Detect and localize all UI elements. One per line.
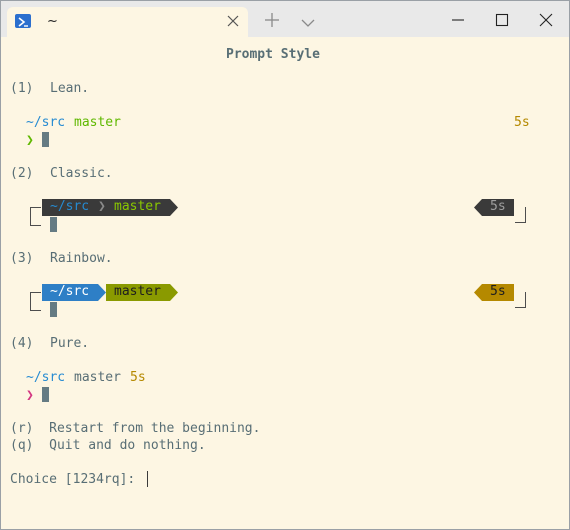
option-3-key: (3) <box>10 251 34 266</box>
classic-cursor <box>50 217 57 232</box>
powershell-icon <box>15 14 31 28</box>
option-quit: (q) Quit and do nothing. <box>10 438 206 453</box>
pure-time: 5s <box>130 370 146 385</box>
pure-symbol: ❯ <box>26 388 34 403</box>
classic-branch: master <box>114 199 161 214</box>
rainbow-cursor <box>50 302 57 317</box>
prompt-heading: Prompt Style <box>226 47 320 62</box>
new-tab-icon[interactable] <box>264 12 280 28</box>
option-3-label: Rainbow. <box>50 251 113 266</box>
option-4-label: Pure. <box>50 336 90 351</box>
input-caret[interactable] <box>147 471 148 487</box>
rainbow-left-frame <box>30 292 41 311</box>
classic-time-arrow <box>474 199 482 216</box>
rainbow-right-frame <box>515 292 526 308</box>
rainbow-dir-arrow <box>98 284 106 301</box>
lean-cursor <box>42 132 49 147</box>
option-restart: (r) Restart from the beginning. <box>10 421 261 436</box>
pure-dir: ~/src <box>26 370 66 385</box>
lean-time: 5s <box>514 115 530 130</box>
rainbow-time-arrow <box>474 284 482 301</box>
option-1-label: Lean. <box>50 81 90 96</box>
classic-separator: ❯ <box>98 199 106 214</box>
classic-end-arrow <box>170 199 178 216</box>
classic-dir: ~/src <box>50 199 90 214</box>
classic-time: 5s <box>490 199 506 214</box>
lean-dir: ~/src <box>26 115 66 130</box>
rainbow-time: 5s <box>490 284 506 299</box>
terminal-output[interactable]: Prompt Style (1) Lean. ~/src master 5s ❯… <box>1 37 569 529</box>
pure-branch: master <box>74 370 121 385</box>
rainbow-dir: ~/src <box>50 284 90 299</box>
maximize-icon[interactable] <box>495 12 509 27</box>
close-window-icon[interactable] <box>539 12 553 27</box>
classic-right-frame <box>515 207 526 223</box>
terminal-window: ~ Prompt Style (1) Lean. ~/src master 5s… <box>0 0 570 530</box>
tab-terminal[interactable]: ~ <box>7 7 248 37</box>
title-bar: ~ <box>1 1 569 37</box>
tab-title: ~ <box>47 14 58 29</box>
rainbow-branch: master <box>114 284 161 299</box>
option-4-key: (4) <box>10 336 34 351</box>
tab-close-icon[interactable] <box>225 13 241 29</box>
pure-cursor <box>42 387 49 402</box>
rainbow-end-arrow <box>170 284 178 301</box>
lean-symbol: ❯ <box>26 133 34 148</box>
choice-prompt: Choice [1234rq]: <box>10 472 144 487</box>
classic-left-frame <box>30 207 41 226</box>
lean-branch: master <box>74 115 121 130</box>
option-2-key: (2) <box>10 166 34 181</box>
chevron-down-icon[interactable] <box>300 14 316 27</box>
option-1-key: (1) <box>10 81 34 96</box>
option-2-label: Classic. <box>50 166 113 181</box>
minimize-icon[interactable] <box>451 12 465 26</box>
